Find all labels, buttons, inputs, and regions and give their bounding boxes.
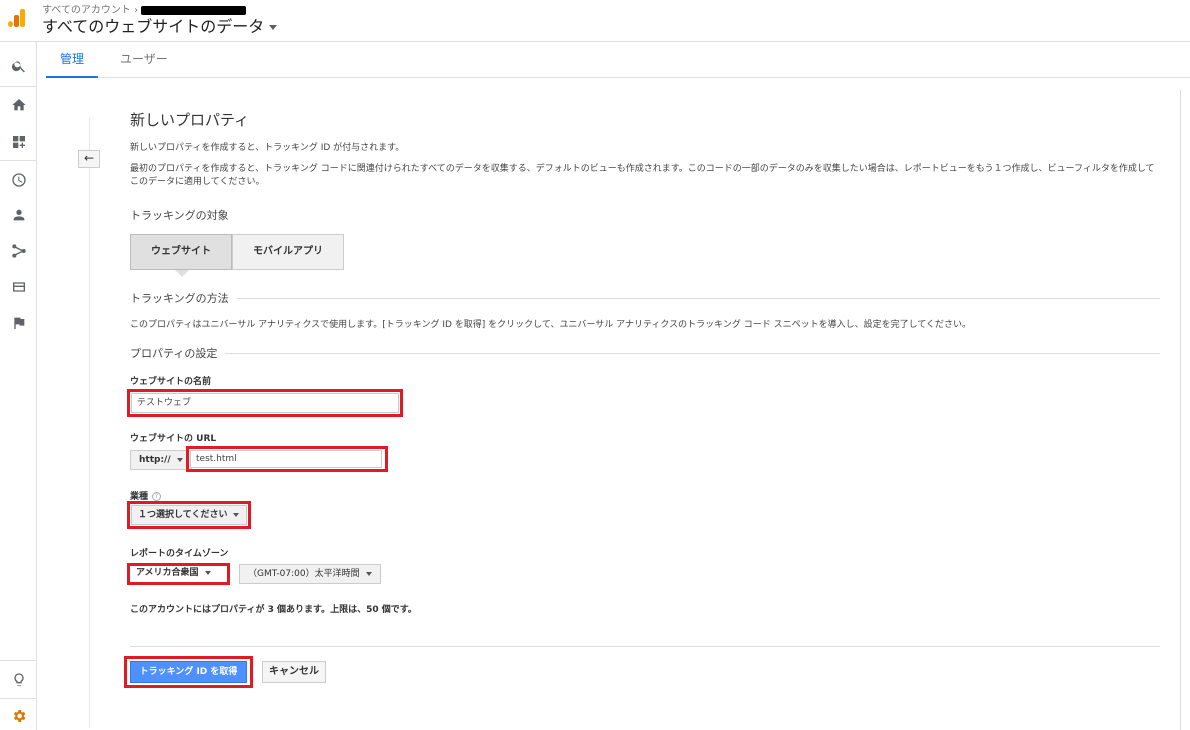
website-option-button[interactable]: ウェブサイト xyxy=(130,234,232,277)
get-tracking-id-button[interactable]: トラッキング ID を取得 xyxy=(130,661,247,683)
gear-icon[interactable] xyxy=(0,698,37,730)
analytics-logo-icon[interactable] xyxy=(8,9,26,27)
site-name-input[interactable]: テストウェブ xyxy=(131,393,399,413)
property-settings-label: プロパティの設定 xyxy=(130,347,218,360)
flag-icon[interactable] xyxy=(0,305,37,341)
chevron-down-icon xyxy=(204,570,211,575)
property-quota-text: このアカウントにはプロパティが 3 個あります。上限は、50 個です。 xyxy=(130,605,417,615)
chevron-down-icon[interactable] xyxy=(269,25,278,30)
tracking-target-label: トラッキングの対象 xyxy=(130,209,229,222)
country-value: アメリカ合衆国 xyxy=(136,568,199,578)
page-title: 新しいプロパティ xyxy=(130,111,250,129)
search-icon[interactable] xyxy=(0,48,37,84)
panel-edge xyxy=(1180,90,1190,730)
mobile-app-option-button[interactable]: モバイルアプリ xyxy=(232,234,344,270)
timezone-label: レポートのタイムゾーン xyxy=(130,549,229,559)
cancel-button[interactable]: キャンセル xyxy=(262,661,326,683)
tracking-method-text: このプロパティはユニバーサル アナリティクスで使用します。[トラッキング ID … xyxy=(130,320,972,330)
account-selector[interactable]: すべてのウェブサイトのデータ xyxy=(42,13,278,37)
country-select[interactable]: アメリカ合衆国 xyxy=(131,566,226,582)
help-icon[interactable]: ? xyxy=(152,492,162,501)
protocol-select[interactable]: http:// xyxy=(130,450,192,470)
site-name-label: ウェブサイトの名前 xyxy=(130,377,212,387)
lightbulb-icon[interactable] xyxy=(0,662,37,698)
site-url-input[interactable]: test.html xyxy=(190,450,382,468)
chevron-down-icon xyxy=(365,571,372,576)
chevron-down-icon xyxy=(233,512,240,517)
description-text: 最初のプロパティを作成すると、トラッキング コードに関連付けられたすべてのデータ… xyxy=(130,164,1155,187)
person-icon[interactable] xyxy=(0,197,37,233)
behavior-icon[interactable] xyxy=(0,269,37,305)
step-divider xyxy=(89,118,90,728)
clock-icon[interactable] xyxy=(0,162,37,198)
intro-text: 新しいプロパティを作成すると、トラッキング ID が付与されます。 xyxy=(130,143,405,153)
tracking-method-label: トラッキングの方法 xyxy=(130,292,229,305)
left-nav xyxy=(0,42,37,730)
protocol-value: http:// xyxy=(139,455,171,465)
account-title[interactable]: すべてのウェブサイトのデータ xyxy=(42,17,264,36)
tracking-method-section: トラッキングの方法 xyxy=(130,291,1160,305)
tab-users[interactable]: ユーザー xyxy=(106,42,182,78)
chevron-down-icon xyxy=(176,457,183,462)
home-icon[interactable] xyxy=(0,87,37,123)
tracking-target-toggle: ウェブサイト モバイルアプリ xyxy=(130,234,344,277)
acquisition-icon[interactable] xyxy=(0,233,37,269)
industry-select[interactable]: １つ選択してください xyxy=(131,505,247,525)
form-divider xyxy=(130,646,1160,647)
top-bar: すべてのアカウント › すべてのウェブサイトのデータ xyxy=(0,0,1190,42)
admin-tabs: 管理 ユーザー xyxy=(46,42,1190,78)
dashboard-add-icon[interactable] xyxy=(0,124,37,160)
site-url-label: ウェブサイトの URL xyxy=(130,434,217,444)
timezone-select[interactable]: （GMT-07:00）太平洋時間 xyxy=(239,564,381,584)
back-button[interactable]: ← xyxy=(78,150,100,168)
tab-admin[interactable]: 管理 xyxy=(46,42,99,78)
industry-value: １つ選択してください xyxy=(138,510,228,520)
timezone-value: （GMT-07:00）太平洋時間 xyxy=(248,569,360,579)
property-settings-section: プロパティの設定 xyxy=(130,346,1160,360)
